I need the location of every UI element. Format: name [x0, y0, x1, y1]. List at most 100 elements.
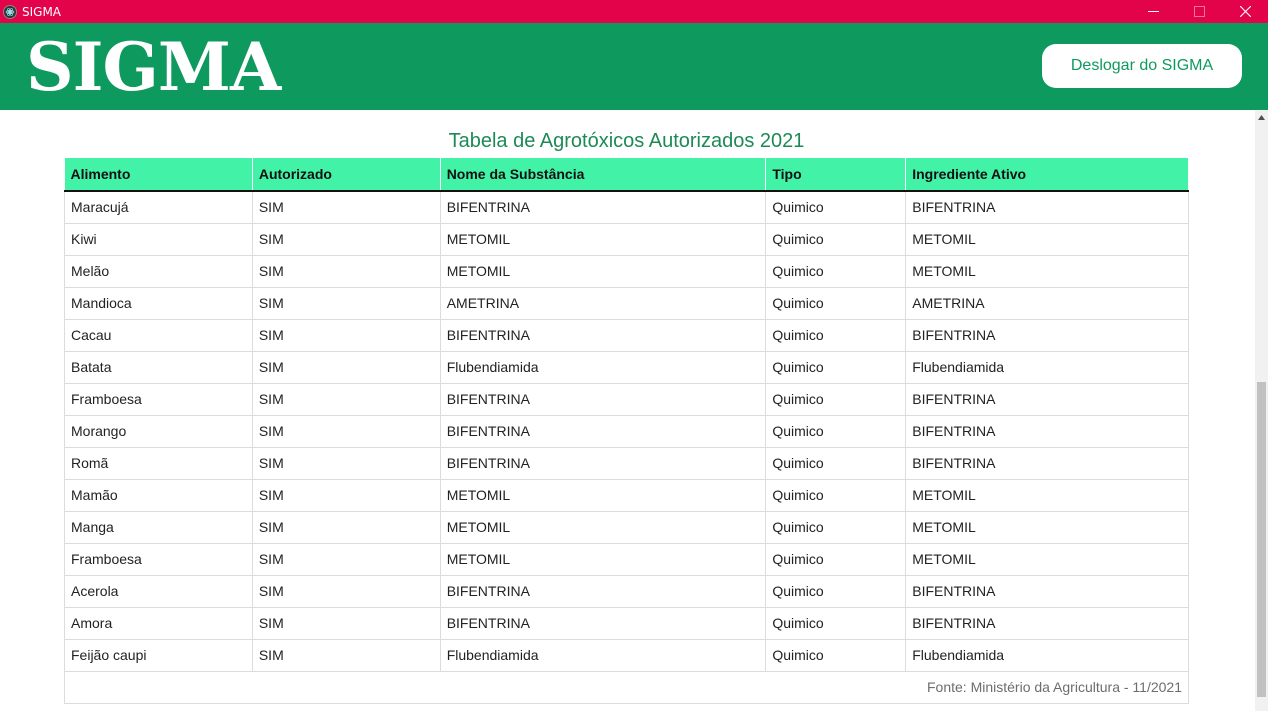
- cell-alimento: Mandioca: [64, 287, 253, 320]
- table-row: Morango SIM BIFENTRINA Quimico BIFENTRINA: [64, 415, 1189, 448]
- cell-autorizado: SIM: [252, 383, 441, 416]
- cell-autorizado: SIM: [252, 351, 441, 384]
- cell-nome-substancia: BIFENTRINA: [440, 191, 767, 224]
- column-header-alimento: Alimento: [64, 158, 253, 192]
- cell-autorizado: SIM: [252, 575, 441, 608]
- cell-autorizado: SIM: [252, 447, 441, 480]
- table-row: Romã SIM BIFENTRINA Quimico BIFENTRINA: [64, 447, 1189, 480]
- cell-ingrediente-ativo: METOMIL: [905, 223, 1189, 256]
- window-titlebar: SIGMA: [0, 0, 1268, 23]
- cell-nome-substancia: BIFENTRINA: [440, 447, 767, 480]
- cell-tipo: Quimico: [765, 287, 907, 320]
- cell-tipo: Quimico: [765, 479, 907, 512]
- app-header: SIGMA Deslogar do SIGMA: [0, 23, 1268, 110]
- column-header-nome-substancia: Nome da Substância: [440, 158, 767, 192]
- cell-autorizado: SIM: [252, 223, 441, 256]
- cell-alimento: Kiwi: [64, 223, 253, 256]
- cell-ingrediente-ativo: Flubendiamida: [905, 351, 1189, 384]
- cell-autorizado: SIM: [252, 287, 441, 320]
- logout-button[interactable]: Deslogar do SIGMA: [1042, 44, 1242, 88]
- table-header-row: Alimento Autorizado Nome da Substância T…: [64, 158, 1189, 192]
- cell-tipo: Quimico: [765, 191, 907, 224]
- table-row: Framboesa SIM METOMIL Quimico METOMIL: [64, 543, 1189, 576]
- table-row: Framboesa SIM BIFENTRINA Quimico BIFENTRINA: [64, 383, 1189, 416]
- source-footnote: Fonte: Ministério da Agricultura - 11/20…: [64, 671, 1189, 704]
- sigma-logo: SIGMA: [26, 28, 281, 106]
- cell-tipo: Quimico: [765, 223, 907, 256]
- cell-tipo: Quimico: [765, 639, 907, 672]
- cell-tipo: Quimico: [765, 255, 907, 288]
- table-row: Amora SIM BIFENTRINA Quimico BIFENTRINA: [64, 607, 1189, 640]
- cell-ingrediente-ativo: METOMIL: [905, 255, 1189, 288]
- maximize-icon[interactable]: [1176, 0, 1222, 23]
- cell-nome-substancia: BIFENTRINA: [440, 383, 767, 416]
- table-row: Cacau SIM BIFENTRINA Quimico BIFENTRINA: [64, 319, 1189, 352]
- cell-nome-substancia: METOMIL: [440, 255, 767, 288]
- cell-ingrediente-ativo: BIFENTRINA: [905, 383, 1189, 416]
- table-row: Acerola SIM BIFENTRINA Quimico BIFENTRINA: [64, 575, 1189, 608]
- cell-ingrediente-ativo: BIFENTRINA: [905, 575, 1189, 608]
- cell-ingrediente-ativo: BIFENTRINA: [905, 191, 1189, 224]
- cell-autorizado: SIM: [252, 255, 441, 288]
- cell-nome-substancia: BIFENTRINA: [440, 607, 767, 640]
- cell-tipo: Quimico: [765, 543, 907, 576]
- column-header-ingrediente-ativo: Ingrediente Ativo: [905, 158, 1189, 192]
- cell-alimento: Acerola: [64, 575, 253, 608]
- cell-tipo: Quimico: [765, 351, 907, 384]
- cell-tipo: Quimico: [765, 319, 907, 352]
- cell-ingrediente-ativo: METOMIL: [905, 511, 1189, 544]
- cell-nome-substancia: METOMIL: [440, 543, 767, 576]
- cell-ingrediente-ativo: BIFENTRINA: [905, 415, 1189, 448]
- cell-ingrediente-ativo: AMETRINA: [905, 287, 1189, 320]
- scrollbar-thumb[interactable]: [1257, 382, 1266, 697]
- table-row: Mandioca SIM AMETRINA Quimico AMETRINA: [64, 287, 1189, 320]
- table-row: Feijão caupi SIM Flubendiamida Quimico Flube…: [64, 639, 1189, 672]
- cell-alimento: Amora: [64, 607, 253, 640]
- vertical-scrollbar[interactable]: [1255, 110, 1268, 711]
- cell-alimento: Framboesa: [64, 543, 253, 576]
- cell-autorizado: SIM: [252, 191, 441, 224]
- cell-ingrediente-ativo: METOMIL: [905, 543, 1189, 576]
- cell-autorizado: SIM: [252, 415, 441, 448]
- cell-alimento: Cacau: [64, 319, 253, 352]
- cell-alimento: Framboesa: [64, 383, 253, 416]
- minimize-icon[interactable]: [1130, 0, 1176, 23]
- cell-tipo: Quimico: [765, 607, 907, 640]
- cell-tipo: Quimico: [765, 575, 907, 608]
- cell-alimento: Manga: [64, 511, 253, 544]
- cell-alimento: Feijão caupi: [64, 639, 253, 672]
- cell-nome-substancia: BIFENTRINA: [440, 319, 767, 352]
- cell-autorizado: SIM: [252, 639, 441, 672]
- cell-alimento: Morango: [64, 415, 253, 448]
- electron-app-icon: [3, 4, 17, 19]
- window-controls: [1130, 0, 1268, 23]
- cell-ingrediente-ativo: METOMIL: [905, 479, 1189, 512]
- cell-tipo: Quimico: [765, 415, 907, 448]
- cell-tipo: Quimico: [765, 383, 907, 416]
- cell-alimento: Melão: [64, 255, 253, 288]
- cell-nome-substancia: BIFENTRINA: [440, 415, 767, 448]
- table-row: Melão SIM METOMIL Quimico METOMIL: [64, 255, 1189, 288]
- cell-ingrediente-ativo: BIFENTRINA: [905, 607, 1189, 640]
- table-row: Mamão SIM METOMIL Quimico METOMIL: [64, 479, 1189, 512]
- cell-tipo: Quimico: [765, 447, 907, 480]
- table-title: Tabela de Agrotóxicos Autorizados 2021: [448, 130, 805, 152]
- table-row: Manga SIM METOMIL Quimico METOMIL: [64, 511, 1189, 544]
- cell-nome-substancia: AMETRINA: [440, 287, 767, 320]
- cell-autorizado: SIM: [252, 479, 441, 512]
- cell-nome-substancia: BIFENTRINA: [440, 575, 767, 608]
- scroll-up-arrow-icon[interactable]: [1255, 110, 1268, 124]
- cell-nome-substancia: Flubendiamida: [440, 351, 767, 384]
- table-row: Batata SIM Flubendiamida Quimico Flubendiami…: [64, 351, 1189, 384]
- cell-nome-substancia: METOMIL: [440, 479, 767, 512]
- table-row: Kiwi SIM METOMIL Quimico METOMIL: [64, 223, 1189, 256]
- column-header-autorizado: Autorizado: [252, 158, 441, 192]
- window-title: SIGMA: [22, 4, 62, 19]
- cell-alimento: Batata: [64, 351, 253, 384]
- cell-autorizado: SIM: [252, 543, 441, 576]
- cell-ingrediente-ativo: BIFENTRINA: [905, 447, 1189, 480]
- close-icon[interactable]: [1222, 0, 1268, 23]
- cell-autorizado: SIM: [252, 607, 441, 640]
- cell-nome-substancia: METOMIL: [440, 223, 767, 256]
- column-header-tipo: Tipo: [765, 158, 907, 192]
